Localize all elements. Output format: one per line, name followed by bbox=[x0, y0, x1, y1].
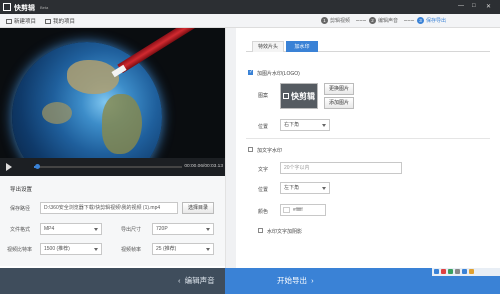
image-position-value: 右下角 bbox=[284, 122, 300, 128]
logo-preview: 快剪辑 bbox=[280, 83, 318, 109]
tray-icon[interactable] bbox=[469, 269, 474, 274]
text-position-value: 左下角 bbox=[284, 185, 300, 191]
red-rod-image bbox=[117, 28, 225, 74]
tray-icon[interactable] bbox=[462, 269, 467, 274]
choose-directory-button[interactable]: 选择目录 bbox=[182, 202, 214, 214]
text-shadow-label: 水印文字加阴影 bbox=[267, 229, 303, 235]
bitrate-label: 视频比特率 bbox=[7, 247, 33, 253]
bitrate-value: 1500 (推荐) bbox=[44, 246, 70, 252]
system-tray bbox=[432, 268, 500, 276]
text-watermark-input[interactable]: 20个字以内 bbox=[280, 162, 402, 174]
tab-watermark[interactable]: 加水印 bbox=[286, 41, 318, 52]
text-position-select[interactable]: 左下角 bbox=[280, 182, 330, 194]
image-watermark-checkbox[interactable] bbox=[248, 69, 253, 75]
new-project-label: 新建项目 bbox=[14, 19, 37, 25]
step-export[interactable]: 3 保存导出 bbox=[417, 17, 446, 24]
file-format-label: 文件格式 bbox=[10, 227, 31, 233]
start-export-label: 开始导出 › bbox=[277, 276, 314, 285]
new-project-button[interactable]: 新建项目 bbox=[6, 17, 36, 25]
my-projects-label: 我的项目 bbox=[53, 19, 76, 25]
maximize-button[interactable]: □ bbox=[472, 3, 476, 9]
color-swatch bbox=[283, 207, 290, 213]
step-label: 保存导出 bbox=[426, 18, 447, 24]
logo-icon bbox=[283, 93, 289, 99]
text-label: 文字 bbox=[258, 167, 269, 173]
bitrate-select[interactable]: 1500 (推荐) bbox=[40, 243, 102, 255]
player-controls: 00:00.06/00:03.13 bbox=[0, 158, 225, 176]
position-label: 位置 bbox=[258, 124, 269, 130]
text-position-label: 位置 bbox=[258, 187, 269, 193]
tray-icon[interactable] bbox=[448, 269, 453, 274]
prev-step-label: 编辑声音 bbox=[184, 276, 215, 285]
chevron-down-icon bbox=[322, 124, 326, 127]
step-number: 1 bbox=[321, 17, 328, 24]
video-preview[interactable] bbox=[0, 28, 225, 158]
export-size-value: 720P bbox=[156, 226, 168, 232]
text-shadow-checkbox[interactable] bbox=[258, 228, 263, 233]
save-path-label: 保存路径 bbox=[10, 206, 31, 212]
tab-bar: 特效片头 加水印 bbox=[246, 38, 490, 52]
file-format-select[interactable]: MP4 bbox=[40, 223, 102, 235]
replace-image-button[interactable]: 更换图片 bbox=[324, 83, 354, 95]
watermark-panel: 特效片头 加水印 加图片水印(LOGO) 图案 快剪辑 更换图片 添加图片 位置… bbox=[236, 30, 500, 268]
framerate-label: 视频帧率 bbox=[121, 247, 142, 253]
chevron-down-icon bbox=[94, 228, 98, 231]
color-value: #ffffff bbox=[293, 207, 303, 212]
export-settings-panel: 导出设置 保存路径 D:\360安全浏览器下载\快剪辑视频\我的视频 (1).m… bbox=[0, 176, 225, 266]
step-label: 剪辑视频 bbox=[330, 18, 351, 24]
file-format-value: MP4 bbox=[44, 226, 55, 232]
folder-icon bbox=[45, 18, 51, 24]
app-badge: Beta bbox=[40, 5, 49, 10]
app-logo-icon bbox=[3, 3, 11, 11]
progress-bar[interactable] bbox=[34, 164, 182, 169]
chevron-down-icon bbox=[206, 228, 210, 231]
new-project-icon bbox=[6, 18, 12, 24]
export-size-label: 导出尺寸 bbox=[121, 227, 142, 233]
step-number: 3 bbox=[417, 17, 424, 24]
app-name: 快剪辑 bbox=[14, 5, 35, 12]
minimize-button[interactable]: — bbox=[458, 3, 464, 9]
tab-intro-effects[interactable]: 特效片头 bbox=[252, 41, 284, 52]
step-number: 2 bbox=[369, 17, 376, 24]
step-edit-audio[interactable]: 2 编辑声音 bbox=[369, 17, 398, 24]
panel-divider bbox=[225, 28, 236, 268]
text-watermark-checkbox[interactable] bbox=[248, 147, 253, 152]
tray-icon[interactable] bbox=[441, 269, 446, 274]
toolbar: 新建项目 我的项目 1 剪辑视频 2 编辑声音 3 保存导出 bbox=[0, 14, 500, 28]
step-connector bbox=[404, 20, 414, 21]
color-label: 颜色 bbox=[258, 209, 269, 215]
my-projects-button[interactable]: 我的项目 bbox=[45, 17, 75, 25]
logo-preview-text: 快剪辑 bbox=[291, 92, 315, 101]
prev-step-button[interactable]: ‹ 编辑声音 bbox=[178, 275, 215, 286]
play-icon[interactable] bbox=[6, 163, 12, 171]
tray-icon[interactable] bbox=[455, 269, 460, 274]
add-image-button[interactable]: 添加图片 bbox=[324, 97, 354, 109]
export-settings-title: 导出设置 bbox=[10, 187, 33, 193]
chevron-down-icon bbox=[322, 187, 326, 190]
progress-handle[interactable] bbox=[34, 164, 40, 169]
export-size-select[interactable]: 720P bbox=[152, 223, 214, 235]
framerate-value: 25 (推荐) bbox=[156, 246, 177, 252]
image-label: 图案 bbox=[258, 93, 269, 99]
close-button[interactable]: ✕ bbox=[486, 3, 491, 10]
chevron-down-icon bbox=[206, 248, 210, 251]
time-display: 00:00.06/00:03.13 bbox=[184, 164, 223, 169]
step-edit-video[interactable]: 1 剪辑视频 bbox=[321, 17, 350, 24]
step-label: 编辑声音 bbox=[378, 18, 399, 24]
step-connector bbox=[356, 20, 366, 21]
title-bar: 快剪辑 Beta — □ ✕ bbox=[0, 0, 500, 14]
section-divider bbox=[246, 138, 490, 139]
framerate-select[interactable]: 25 (推荐) bbox=[152, 243, 214, 255]
save-path-field[interactable]: D:\360安全浏览器下载\快剪辑视频\我的视频 (1).mp4 bbox=[40, 202, 178, 214]
chevron-down-icon bbox=[94, 248, 98, 251]
image-position-select[interactable]: 右下角 bbox=[280, 119, 330, 131]
tray-icon[interactable] bbox=[434, 269, 439, 274]
image-watermark-label: 加图片水印(LOGO) bbox=[257, 71, 300, 77]
color-picker[interactable]: #ffffff bbox=[280, 204, 326, 216]
text-watermark-label: 加文字水印 bbox=[257, 148, 283, 154]
bottom-bar: ‹ 编辑声音 开始导出 › bbox=[0, 268, 500, 294]
